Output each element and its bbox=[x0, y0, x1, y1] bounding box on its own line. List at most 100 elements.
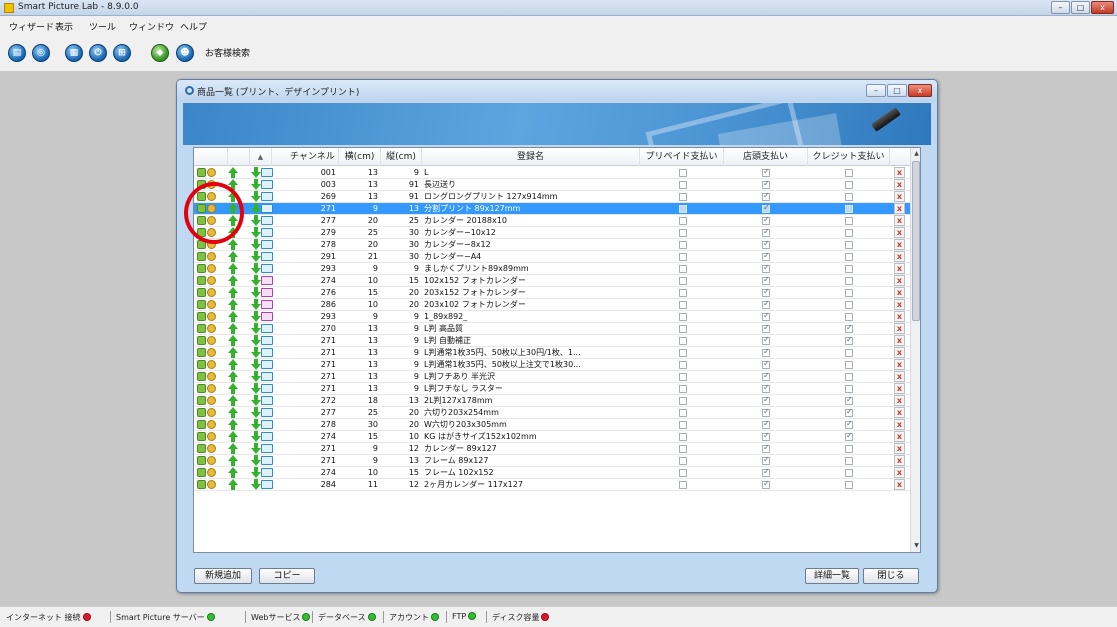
delete-icon[interactable]: x bbox=[894, 323, 905, 334]
move-down-icon[interactable] bbox=[251, 383, 261, 394]
move-down-icon[interactable] bbox=[251, 179, 261, 190]
credit-checkbox[interactable] bbox=[845, 373, 853, 381]
prepaid-checkbox[interactable] bbox=[679, 481, 687, 489]
settings-icon[interactable] bbox=[207, 336, 216, 345]
scroll-thumb[interactable] bbox=[912, 161, 920, 321]
credit-checkbox[interactable] bbox=[845, 457, 853, 465]
settings-icon[interactable] bbox=[207, 348, 216, 357]
delete-icon[interactable]: x bbox=[894, 311, 905, 322]
credit-checkbox[interactable] bbox=[845, 313, 853, 321]
store-checkbox[interactable] bbox=[762, 479, 770, 489]
prepaid-checkbox[interactable] bbox=[679, 313, 687, 321]
table-row[interactable]: 269 13 91 ロングロングプリント 127x914mm x bbox=[194, 191, 910, 203]
store-checkbox[interactable] bbox=[762, 443, 770, 453]
edit-icon[interactable] bbox=[197, 288, 206, 297]
delete-icon[interactable]: x bbox=[894, 479, 905, 490]
edit-icon[interactable] bbox=[197, 264, 206, 273]
delete-icon[interactable]: x bbox=[894, 419, 905, 430]
store-checkbox[interactable] bbox=[762, 467, 770, 477]
store-checkbox[interactable] bbox=[762, 383, 770, 393]
credit-checkbox[interactable] bbox=[845, 323, 853, 333]
store-checkbox[interactable] bbox=[762, 203, 770, 213]
prepaid-checkbox[interactable] bbox=[679, 385, 687, 393]
settings-icon[interactable] bbox=[207, 288, 216, 297]
edit-icon[interactable] bbox=[197, 312, 206, 321]
globe-icon[interactable]: ◎ bbox=[32, 44, 50, 62]
edit-icon[interactable] bbox=[197, 348, 206, 357]
move-down-icon[interactable] bbox=[251, 431, 261, 442]
settings-icon[interactable] bbox=[207, 276, 216, 285]
delete-icon[interactable]: x bbox=[894, 227, 905, 238]
delete-icon[interactable]: x bbox=[894, 431, 905, 442]
table-row[interactable]: 270 13 9 L判 高品質 x bbox=[194, 323, 910, 335]
prepaid-checkbox[interactable] bbox=[679, 469, 687, 477]
scroll-up-icon[interactable]: ▲ bbox=[912, 149, 920, 159]
move-up-icon[interactable] bbox=[228, 167, 238, 178]
settings-icon[interactable] bbox=[207, 168, 216, 177]
credit-checkbox[interactable] bbox=[845, 385, 853, 393]
close-button[interactable]: x bbox=[1091, 1, 1114, 14]
store-checkbox[interactable] bbox=[762, 287, 770, 297]
edit-icon[interactable] bbox=[197, 420, 206, 429]
move-down-icon[interactable] bbox=[251, 371, 261, 382]
prepaid-checkbox[interactable] bbox=[679, 301, 687, 309]
edit-icon[interactable] bbox=[197, 456, 206, 465]
table-row[interactable]: 293 9 9 1_89x892_ x bbox=[194, 311, 910, 323]
move-up-icon[interactable] bbox=[228, 395, 238, 406]
move-up-icon[interactable] bbox=[228, 371, 238, 382]
minimize-button[interactable]: – bbox=[1051, 1, 1070, 14]
store-checkbox[interactable] bbox=[762, 251, 770, 261]
delete-icon[interactable]: x bbox=[894, 395, 905, 406]
delete-icon[interactable]: x bbox=[894, 191, 905, 202]
credit-checkbox[interactable] bbox=[845, 217, 853, 225]
move-up-icon[interactable] bbox=[228, 287, 238, 298]
table-row[interactable]: 278 30 20 W六切り203x305mm x bbox=[194, 419, 910, 431]
edit-icon[interactable] bbox=[197, 252, 206, 261]
prepaid-checkbox[interactable] bbox=[679, 181, 687, 189]
table-row[interactable]: 001 13 9Lx bbox=[194, 167, 910, 179]
delete-icon[interactable]: x bbox=[894, 359, 905, 370]
store-checkbox[interactable] bbox=[762, 263, 770, 273]
delete-icon[interactable]: x bbox=[894, 347, 905, 358]
move-down-icon[interactable] bbox=[251, 443, 261, 454]
customer-search-button[interactable]: お客様検索 bbox=[203, 46, 271, 62]
move-up-icon[interactable] bbox=[228, 275, 238, 286]
credit-checkbox[interactable] bbox=[845, 229, 853, 237]
menu-tools[interactable]: ツール bbox=[89, 20, 116, 33]
move-up-icon[interactable] bbox=[228, 479, 238, 490]
prepaid-checkbox[interactable] bbox=[679, 397, 687, 405]
scroll-down-icon[interactable]: ▼ bbox=[912, 541, 920, 551]
prepaid-checkbox[interactable] bbox=[679, 205, 687, 213]
move-down-icon[interactable] bbox=[251, 239, 261, 250]
table-row[interactable]: 274 10 15 フレーム 102x152 x bbox=[194, 467, 910, 479]
prepaid-checkbox[interactable] bbox=[679, 169, 687, 177]
credit-checkbox[interactable] bbox=[845, 481, 853, 489]
add-new-button[interactable]: 新規追加 bbox=[194, 568, 252, 584]
prepaid-checkbox[interactable] bbox=[679, 409, 687, 417]
prepaid-checkbox[interactable] bbox=[679, 193, 687, 201]
edit-icon[interactable] bbox=[197, 336, 206, 345]
move-down-icon[interactable] bbox=[251, 299, 261, 310]
prepaid-checkbox[interactable] bbox=[679, 457, 687, 465]
credit-checkbox[interactable] bbox=[845, 301, 853, 309]
table-row[interactable]: 279 25 30 カレンダー−10x12 x bbox=[194, 227, 910, 239]
delete-icon[interactable]: x bbox=[894, 251, 905, 262]
store-checkbox[interactable] bbox=[762, 455, 770, 465]
prepaid-checkbox[interactable] bbox=[679, 229, 687, 237]
delete-icon[interactable]: x bbox=[894, 371, 905, 382]
table-row[interactable]: 284 11 12 2ヶ月カレンダー 117x127 x bbox=[194, 479, 910, 491]
close-dialog-button[interactable]: 閉じる bbox=[863, 568, 919, 584]
settings-icon[interactable] bbox=[207, 324, 216, 333]
move-down-icon[interactable] bbox=[251, 407, 261, 418]
store-checkbox[interactable] bbox=[762, 299, 770, 309]
header-width[interactable]: 横(cm) bbox=[339, 148, 381, 166]
prepaid-checkbox[interactable] bbox=[679, 361, 687, 369]
table-row[interactable]: 271 9 13 フレーム 89x127 x bbox=[194, 455, 910, 467]
table-row[interactable]: 274 15 10 KG はがきサイズ152x102mm x bbox=[194, 431, 910, 443]
move-up-icon[interactable] bbox=[228, 455, 238, 466]
edit-icon[interactable] bbox=[197, 168, 206, 177]
menu-help[interactable]: ヘルプ bbox=[180, 20, 207, 33]
table-row[interactable]: 003 13 91 長辺送り x bbox=[194, 179, 910, 191]
photos-icon[interactable]: ◆ bbox=[151, 44, 169, 62]
delete-icon[interactable]: x bbox=[894, 239, 905, 250]
